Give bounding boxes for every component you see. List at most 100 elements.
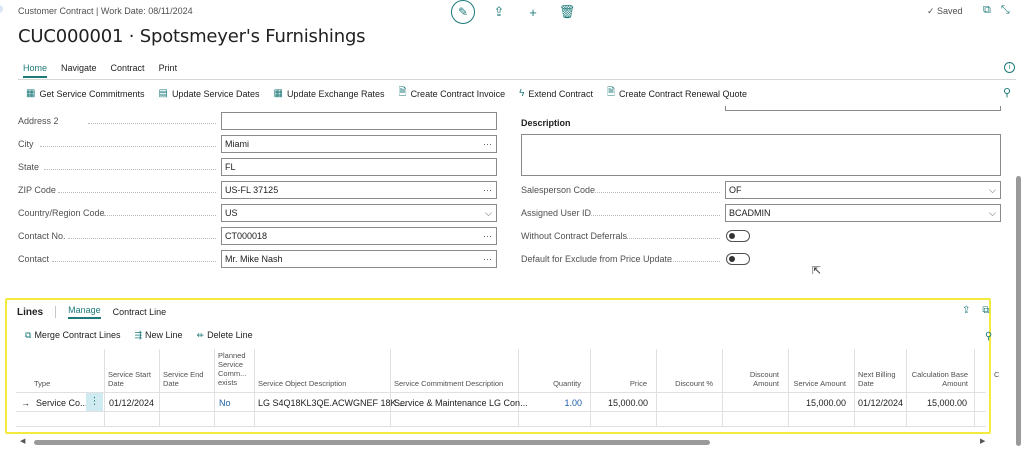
get-service-commitments-button[interactable]: ▦ Get Service Commitments <box>26 88 144 99</box>
cell-service-object[interactable]: LG S4Q18KL3QE.ACWGNEF 18K ... <box>258 398 407 408</box>
col-service-commitment-description[interactable]: Service Commitment Description <box>394 379 503 388</box>
label-leader <box>88 123 216 124</box>
row-actions-icon[interactable]: ⋮ <box>86 393 103 411</box>
grid-line <box>16 426 986 427</box>
vertical-scrollbar[interactable] <box>1016 176 1021 446</box>
col-service-start-date[interactable]: Service Start Date <box>108 370 158 388</box>
update-exchange-rates-button[interactable]: ▦ Update Exchange Rates <box>273 88 384 99</box>
document-icon: 🗎 <box>606 87 615 98</box>
lookup-icon[interactable]: ··· <box>483 139 492 149</box>
lookup-icon[interactable]: ··· <box>483 254 492 264</box>
city-label: City <box>18 139 34 149</box>
country-label: Country/Region Code <box>18 208 105 218</box>
share-icon[interactable]: ⇪ <box>489 4 509 20</box>
tab-manage[interactable]: Manage <box>68 305 101 319</box>
share-icon[interactable]: ⇪ <box>962 305 970 316</box>
grid-line <box>788 349 789 427</box>
without-deferrals-label: Without Contract Deferrals <box>521 231 628 241</box>
document-icon: 🗎 <box>398 87 407 98</box>
exclude-price-label: Default for Exclude from Price Update <box>521 254 673 264</box>
col-type[interactable]: Type <box>34 379 50 388</box>
pin-icon[interactable]: ⚲ <box>985 331 992 342</box>
state-input[interactable]: FL <box>221 158 497 176</box>
label-leader <box>40 146 216 147</box>
grid-line <box>214 349 215 427</box>
pin-icon[interactable]: ⚲ <box>1003 86 1011 99</box>
info-icon[interactable]: i <box>1004 62 1015 73</box>
lookup-icon[interactable]: ··· <box>483 231 492 241</box>
menu-navigate[interactable]: Navigate <box>61 63 97 78</box>
cell-next-billing[interactable]: 01/12/2024 <box>858 398 903 408</box>
col-service-amount[interactable]: Service Amount <box>788 379 846 388</box>
chevron-down-icon: ⌵ <box>485 208 492 218</box>
previous-field-input[interactable] <box>725 106 1001 111</box>
create-contract-invoice-button[interactable]: 🗎 Create Contract Invoice <box>399 85 506 102</box>
action-label: Create Contract Invoice <box>410 88 506 99</box>
col-service-object-description[interactable]: Service Object Description <box>258 379 346 388</box>
address2-input[interactable] <box>221 112 497 130</box>
cell-service-commitment[interactable]: Service & Maintenance LG Con... <box>394 398 528 408</box>
edit-icon[interactable]: ✎ <box>451 0 475 24</box>
create-contract-renewal-quote-button[interactable]: 🗎 Create Contract Renewal Quote <box>607 85 747 102</box>
col-price[interactable]: Price <box>593 379 647 388</box>
new-line-button[interactable]: ⇶ New Line <box>134 330 182 341</box>
without-deferrals-toggle[interactable] <box>726 230 750 242</box>
lookup-icon[interactable]: ··· <box>483 185 492 195</box>
cell-service-amount[interactable]: 15,000.00 <box>790 398 846 408</box>
col-discount-amount[interactable]: Discount Amount <box>734 370 779 388</box>
cell-type[interactable]: Service Co... <box>36 398 88 408</box>
menu-contract[interactable]: Contract <box>111 63 145 78</box>
horizontal-scrollbar[interactable] <box>34 440 710 445</box>
col-service-end-date[interactable]: Service End Date <box>163 370 211 388</box>
cell-quantity[interactable]: 1.00 <box>520 398 582 408</box>
action-label: Delete Line <box>207 330 253 340</box>
extend-contract-button[interactable]: ϟ Extend Contract <box>519 88 593 99</box>
cell-planned-exists[interactable]: No <box>219 398 231 408</box>
cell-calculation-base[interactable]: 15,000.00 <box>908 398 967 408</box>
new-line-icon: ⇶ <box>134 330 143 340</box>
row-arrow-icon[interactable]: → <box>21 398 30 408</box>
exclude-price-toggle[interactable] <box>726 253 750 265</box>
open-new-window-icon[interactable]: ⧉ <box>983 4 991 17</box>
open-new-window-icon[interactable]: ⧉ <box>982 305 989 316</box>
assigned-user-value: BCADMIN <box>729 208 771 218</box>
salesperson-select[interactable]: OF ⌵ <box>725 181 1001 199</box>
contact-no-input[interactable]: CT000018 ··· <box>221 227 497 245</box>
contact-label: Contact <box>18 254 50 264</box>
collapse-icon[interactable]: ⤡ <box>1001 4 1010 17</box>
label-leader <box>626 238 720 239</box>
zip-input[interactable]: US-FL 37125 ··· <box>221 181 497 199</box>
assigned-user-select[interactable]: BCADMIN ⌵ <box>725 204 1001 222</box>
description-textarea[interactable] <box>521 134 1001 176</box>
menu-home[interactable]: Home <box>23 63 48 78</box>
label-leader <box>68 238 216 239</box>
state-label: State <box>18 162 40 172</box>
cell-price[interactable]: 15,000.00 <box>593 398 648 408</box>
delete-line-button[interactable]: ⇷ Delete Line <box>197 330 253 341</box>
col-cut[interactable]: C <box>994 370 999 379</box>
add-icon[interactable]: + <box>523 5 543 20</box>
action-bar: ▦ Get Service Commitments ▤ Update Service… <box>18 79 1016 107</box>
col-discount-pct[interactable]: Discount % <box>660 379 713 388</box>
lines-header: Lines Manage Contract Line <box>17 305 166 319</box>
update-service-dates-button[interactable]: ▤ Update Service Dates <box>158 88 259 99</box>
merge-icon: ⧉ <box>25 330 32 340</box>
cell-service-start[interactable]: 01/12/2024 <box>109 398 154 408</box>
label-leader <box>589 215 720 216</box>
scroll-left-icon[interactable]: ◀ <box>20 437 25 445</box>
merge-contract-lines-button[interactable]: ⧉ Merge Contract Lines <box>25 330 120 341</box>
grid-line <box>390 349 391 427</box>
label-leader <box>44 169 216 170</box>
toggle-knob <box>729 256 735 262</box>
delete-icon[interactable]: 🗑 <box>557 4 577 20</box>
contact-input[interactable]: Mr. Mike Nash ··· <box>221 250 497 268</box>
menu-print[interactable]: Print <box>159 63 178 78</box>
city-input[interactable]: Miami ··· <box>221 135 497 153</box>
col-calculation-base-amount[interactable]: Calculation Base Amount <box>908 370 968 388</box>
col-planned-exists[interactable]: Planned Service Comm... exists <box>218 351 258 387</box>
col-next-billing-date[interactable]: Next Billing Date <box>858 370 898 388</box>
scroll-right-icon[interactable]: ▶ <box>980 437 985 445</box>
country-select[interactable]: US ⌵ <box>221 204 497 222</box>
tab-contract-line[interactable]: Contract Line <box>113 307 167 317</box>
col-quantity[interactable]: Quantity <box>520 379 581 388</box>
